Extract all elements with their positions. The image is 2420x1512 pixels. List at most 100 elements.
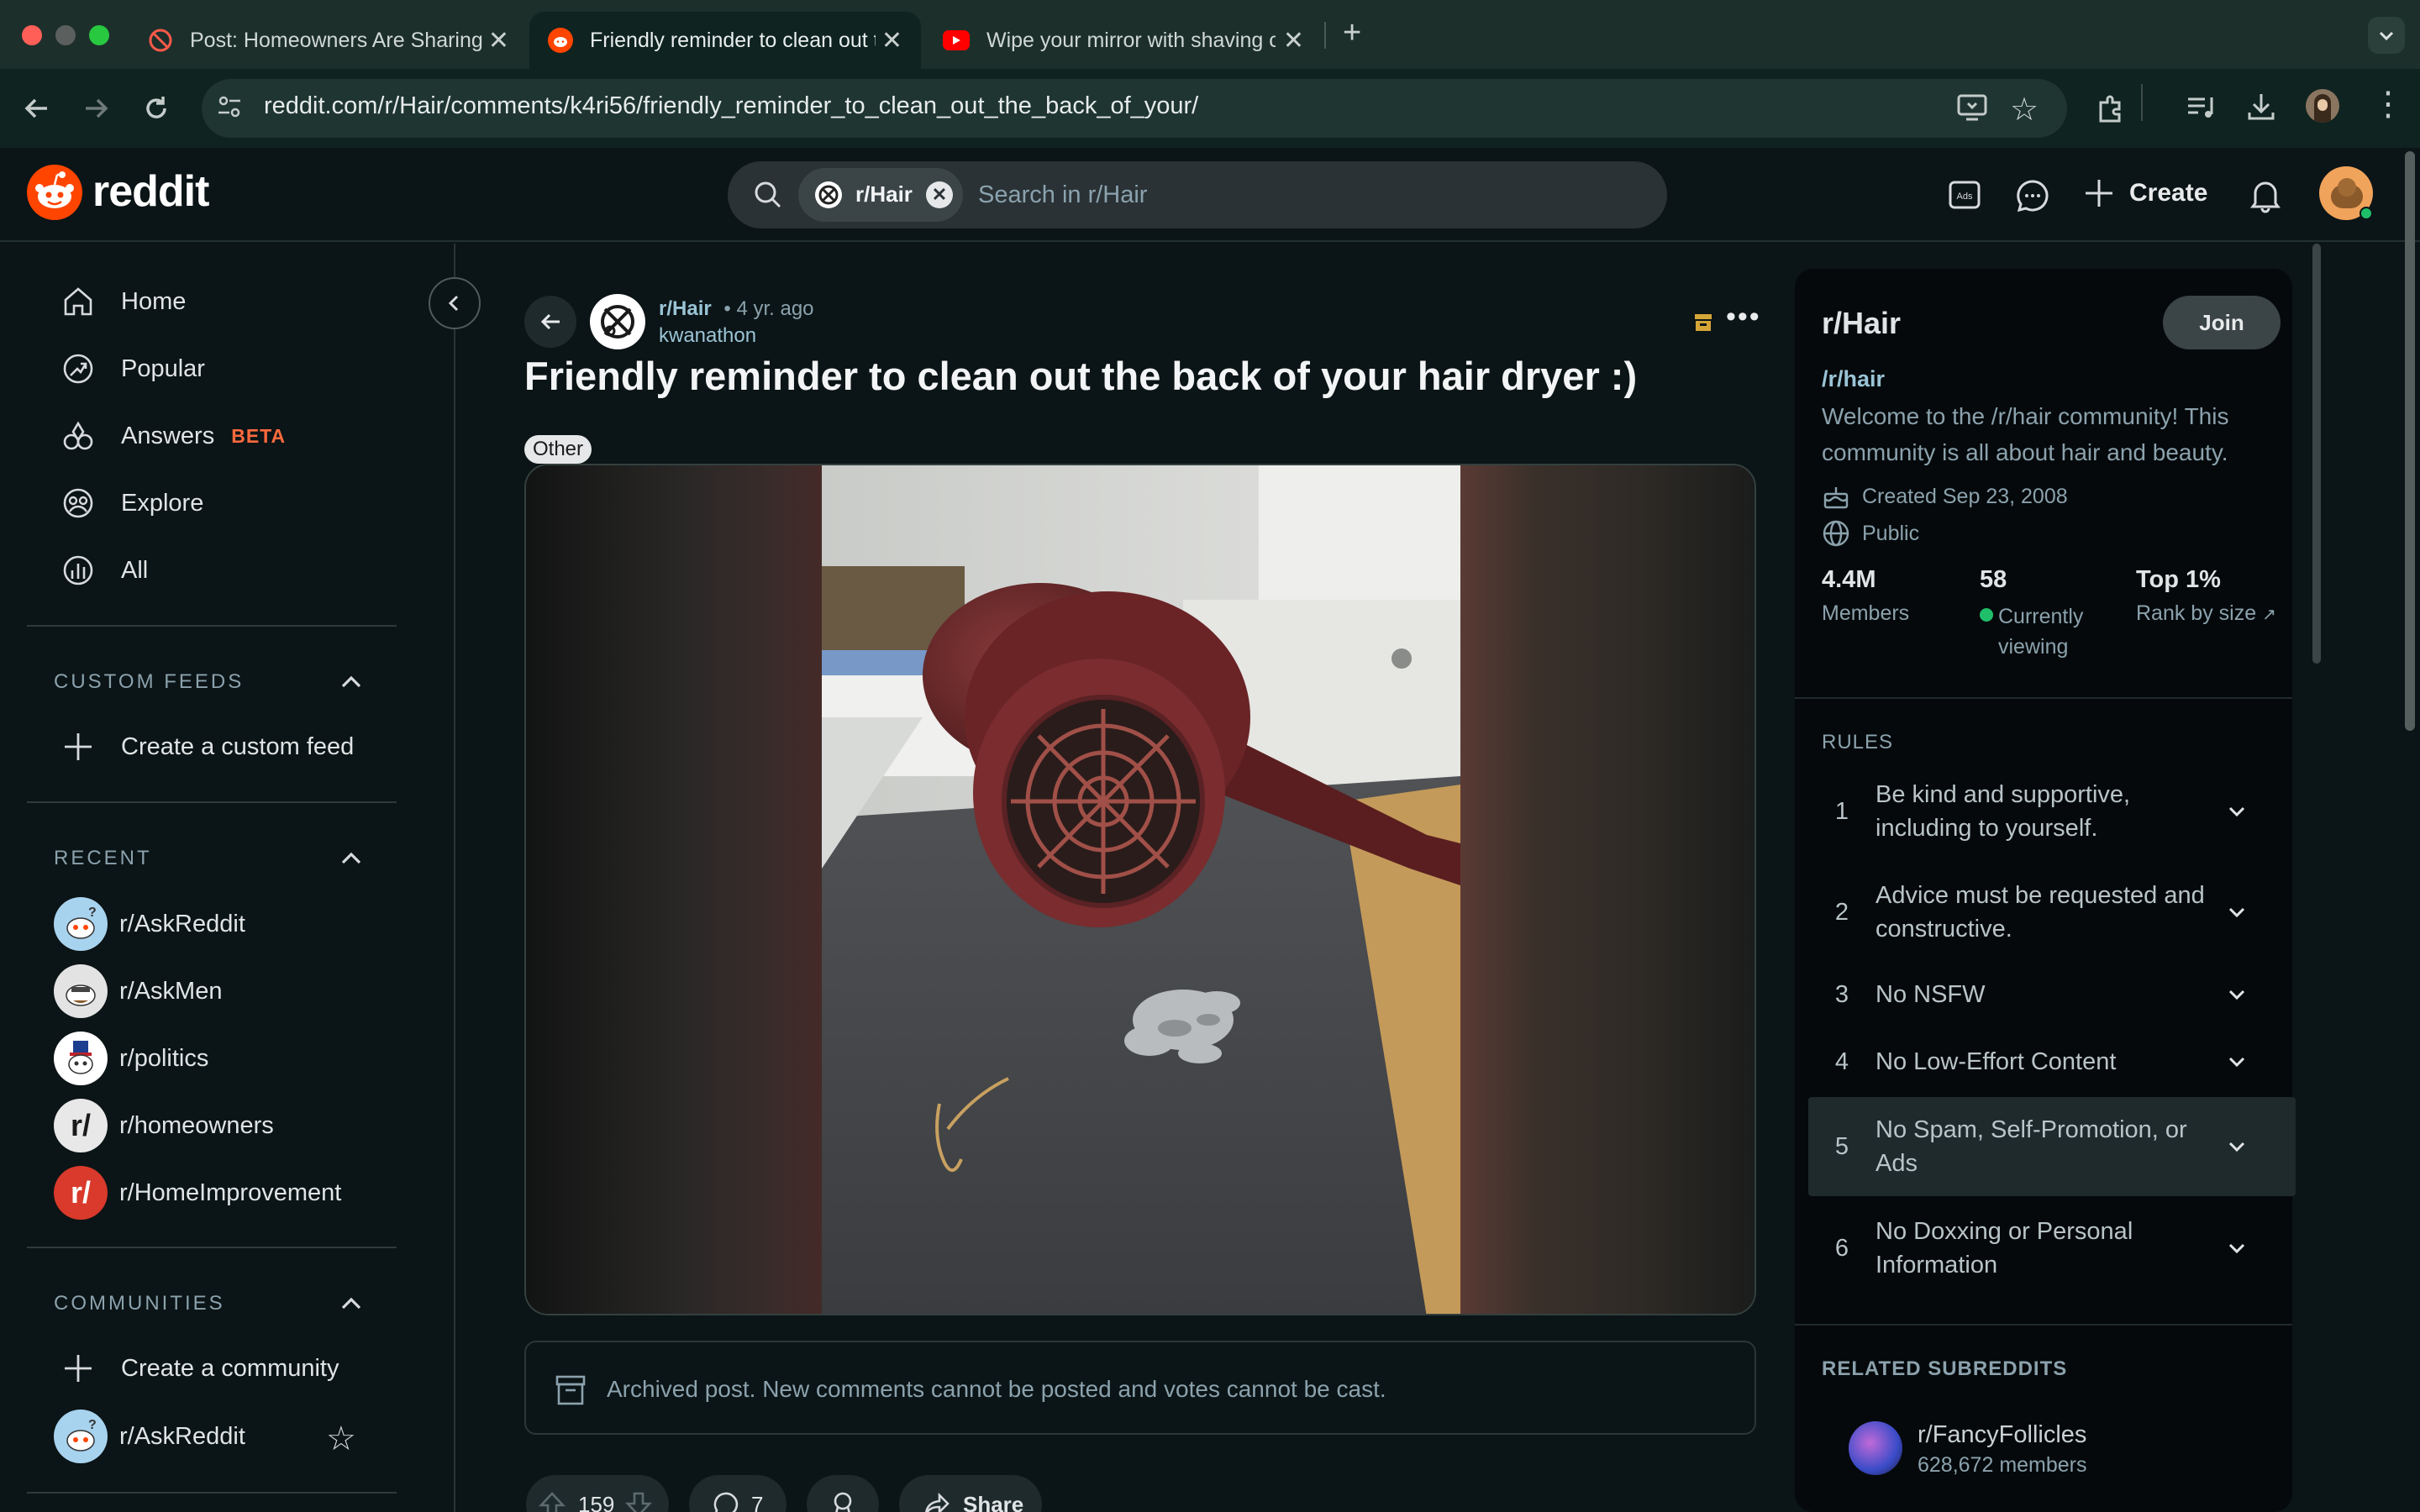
join-button[interactable]: Join <box>2163 296 2281 349</box>
browser-tab-active[interactable]: Friendly reminder to clean out the back … <box>529 12 921 69</box>
rule-number: 2 <box>1834 898 1849 926</box>
hair-dryer-photo <box>822 465 1460 1314</box>
community-handle[interactable]: /r/hair <box>1822 366 1885 392</box>
maximize-window-button[interactable] <box>89 25 109 45</box>
downvote-icon[interactable] <box>624 1490 653 1512</box>
visibility-label: Public <box>1862 521 1920 545</box>
recent-item-homeowners[interactable]: r/ r/homeowners <box>54 1099 274 1152</box>
rule-item[interactable]: 6 No Doxxing or Personal Information <box>1808 1215 2296 1282</box>
forward-button[interactable] <box>77 90 114 127</box>
close-window-button[interactable] <box>22 25 42 45</box>
share-button[interactable]: Share <box>899 1475 1042 1512</box>
reddit-logo-icon[interactable] <box>27 165 82 220</box>
comments-button[interactable]: 7 <box>689 1475 786 1512</box>
custom-feeds-heading[interactable]: CUSTOM FEEDS <box>54 670 244 694</box>
chevron-up-icon[interactable] <box>336 843 366 874</box>
nav-explore[interactable]: Explore <box>59 484 203 522</box>
notifications-bell-icon[interactable] <box>2249 176 2282 213</box>
subreddit-avatar-icon[interactable] <box>590 294 645 349</box>
profile-avatar[interactable] <box>2306 89 2339 123</box>
close-tab-icon[interactable]: ✕ <box>488 26 509 55</box>
favorite-star-icon[interactable]: ☆ <box>326 1420 356 1458</box>
nav-home[interactable]: Home <box>59 282 186 321</box>
browser-tab[interactable]: Post: Homeowners Are Sharing ✕ <box>129 12 528 69</box>
recent-item-politics[interactable]: r/politics <box>54 1032 208 1085</box>
recent-heading[interactable]: RECENT <box>54 847 152 870</box>
close-tab-icon[interactable]: ✕ <box>1283 26 1304 55</box>
nav-all[interactable]: All <box>59 551 148 590</box>
upvote-icon[interactable] <box>538 1490 566 1512</box>
create-post-button[interactable]: Create <box>2082 176 2207 210</box>
install-app-icon[interactable] <box>1956 92 1988 123</box>
post-subreddit-link[interactable]: r/Hair <box>659 297 712 320</box>
nav-answers[interactable]: Answers BETA <box>59 417 286 455</box>
members-count: 4.4M <box>1822 566 1876 593</box>
media-control-icon[interactable] <box>2185 92 2217 123</box>
award-button[interactable] <box>807 1475 879 1512</box>
reddit-wordmark[interactable]: reddit <box>92 166 209 217</box>
fancyfollicles-avatar-icon[interactable] <box>1849 1421 1902 1475</box>
reload-button[interactable] <box>138 90 175 127</box>
browser-menu-icon[interactable]: ⋮ <box>2371 87 2405 121</box>
rank-link[interactable]: Rank by size ↗ <box>2136 601 2276 626</box>
nav-label: Answers <box>121 422 215 449</box>
rule-item[interactable]: 1 Be kind and supportive, including to y… <box>1808 778 2296 845</box>
rule-item-hovered[interactable]: 5 No Spam, Self-Promotion, or Ads <box>1808 1097 2296 1196</box>
create-custom-feed-button[interactable]: Create a custom feed <box>59 727 354 766</box>
ads-icon[interactable]: Ads <box>1948 180 1981 210</box>
recent-item-askmen[interactable]: r/AskMen <box>54 964 222 1018</box>
recent-item-homeimprovement[interactable]: r/ r/HomeImprovement <box>54 1166 341 1220</box>
reddit-icon <box>548 28 573 53</box>
toolbar-divider <box>2141 84 2143 121</box>
post-flair[interactable]: Other <box>524 435 592 464</box>
new-tab-button[interactable]: + <box>1343 15 1361 51</box>
chevron-down-icon <box>2228 990 2245 1000</box>
back-button[interactable] <box>18 90 55 127</box>
search-community-chip[interactable]: r/Hair ✕ <box>798 168 963 222</box>
create-community-button[interactable]: Create a community <box>59 1349 339 1388</box>
minimize-window-button[interactable] <box>55 25 76 45</box>
communities-heading[interactable]: COMMUNITIES <box>54 1292 225 1315</box>
url-text[interactable]: reddit.com/r/Hair/comments/k4ri56/friend… <box>264 92 1198 120</box>
download-icon[interactable] <box>2245 91 2277 123</box>
recent-item-askreddit[interactable]: ? r/AskReddit <box>54 897 245 951</box>
browser-tab-bar: Post: Homeowners Are Sharing ✕ Friendly … <box>0 0 2420 69</box>
post-image[interactable] <box>524 464 1756 1315</box>
chevron-down-icon <box>2228 806 2245 817</box>
post-author-link[interactable]: kwanathon <box>659 324 756 348</box>
extensions-icon[interactable] <box>2094 92 2126 124</box>
post-title[interactable]: Friendly reminder to clean out the back … <box>524 353 1637 399</box>
nav-popular[interactable]: Popular <box>59 349 205 388</box>
close-tab-icon[interactable]: ✕ <box>881 26 902 55</box>
chevron-up-icon[interactable] <box>336 1289 366 1319</box>
collapse-sidebar-button[interactable] <box>429 277 481 329</box>
remove-chip-icon[interactable]: ✕ <box>926 181 953 208</box>
bookmark-star-icon[interactable]: ☆ <box>2010 91 2039 129</box>
rule-item[interactable]: 3 No NSFW <box>1808 978 2296 1011</box>
nav-label: Create a community <box>121 1354 339 1382</box>
related-subreddit-members: 628,672 members <box>1918 1453 2087 1477</box>
community-description: Welcome to the /r/hair community! This c… <box>1822 403 2229 465</box>
online-count: 58 <box>1980 566 2007 593</box>
browser-tab[interactable]: Wipe your mirror with shaving cream ✕ <box>924 12 1323 69</box>
blurred-right-panel <box>1460 465 1754 1314</box>
page-scrollbar[interactable] <box>2405 151 2415 731</box>
rule-number: 6 <box>1834 1234 1849 1262</box>
chat-icon[interactable] <box>2015 178 2050 213</box>
related-subreddit-name[interactable]: r/FancyFollicles <box>1918 1421 2086 1449</box>
post-more-options-icon[interactable]: ••• <box>1726 302 1761 331</box>
homeimprovement-avatar-icon: r/ <box>54 1166 108 1220</box>
chevron-left-icon <box>448 295 459 312</box>
search-input[interactable]: Search in r/Hair <box>978 181 1147 209</box>
online-indicator-dot <box>1980 608 1993 622</box>
rule-item[interactable]: 4 No Low-Effort Content <box>1808 1045 2296 1079</box>
back-button[interactable] <box>524 296 576 348</box>
tab-search-button[interactable] <box>2368 17 2405 54</box>
community-item-askreddit[interactable]: ? r/AskReddit <box>54 1410 245 1463</box>
sidebar-scrollbar[interactable] <box>2312 244 2321 664</box>
site-info-icon[interactable] <box>215 92 244 121</box>
sidebar-divider <box>27 1492 397 1494</box>
chevron-up-icon[interactable] <box>336 667 366 697</box>
rule-item[interactable]: 2 Advice must be requested and construct… <box>1808 879 2296 946</box>
chevron-down-icon <box>2228 1142 2245 1152</box>
